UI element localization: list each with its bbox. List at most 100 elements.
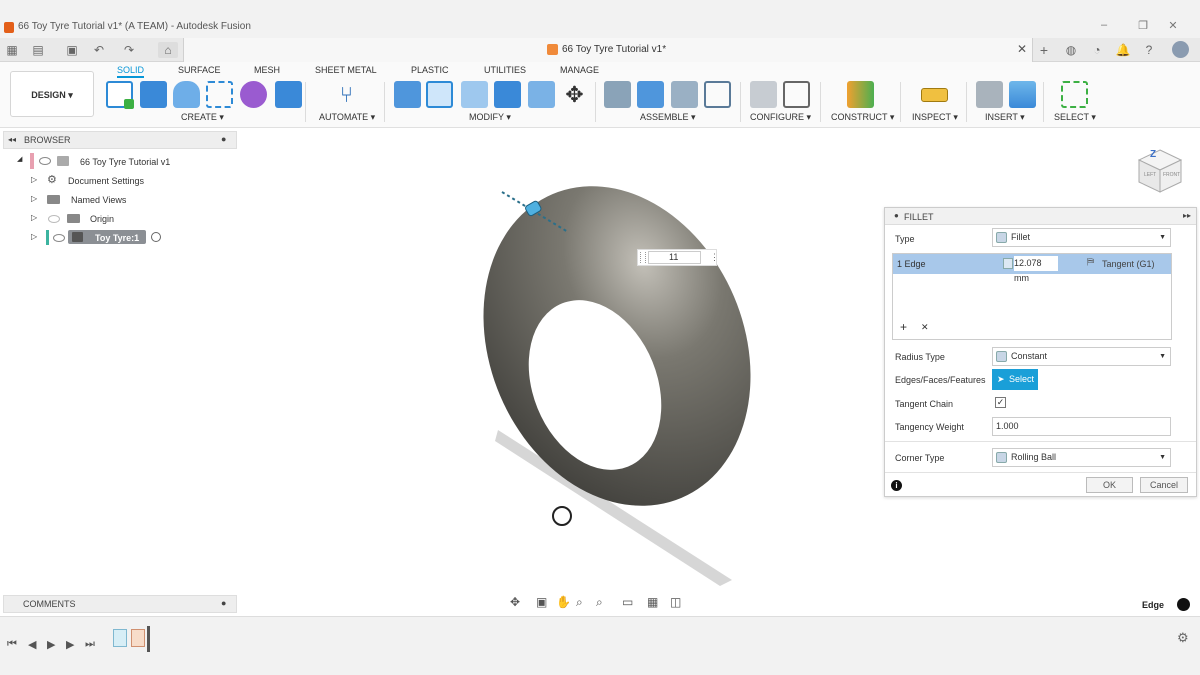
select-button[interactable]: ➤ Select bbox=[992, 369, 1038, 390]
timeline-sketch-icon[interactable] bbox=[113, 629, 127, 647]
zoom-icon[interactable]: ⌕ bbox=[576, 595, 583, 610]
insert-menu[interactable]: INSERT ▾ bbox=[985, 112, 1025, 123]
configure-icon[interactable] bbox=[750, 81, 777, 108]
modify-menu[interactable]: MODIFY ▾ bbox=[469, 112, 511, 123]
edge-row[interactable]: 1 Edge 12.078 mm ⛿ Tangent (G1) bbox=[893, 254, 1171, 283]
save-icon[interactable]: ▣ bbox=[64, 42, 80, 58]
joint-icon[interactable] bbox=[637, 81, 664, 108]
go-to-end-icon[interactable]: ⏭ bbox=[85, 638, 95, 651]
browser-item-document-settings[interactable]: ▷ ⚙ Document Settings bbox=[31, 172, 181, 190]
eye-icon[interactable] bbox=[39, 157, 51, 165]
configure-menu[interactable]: CONFIGURE ▾ bbox=[750, 112, 811, 123]
viewcube[interactable]: Z LEFT FRONT bbox=[1137, 148, 1183, 194]
cancel-button[interactable]: Cancel bbox=[1140, 477, 1188, 493]
new-component-icon[interactable] bbox=[604, 81, 631, 108]
redo-icon[interactable]: ↷ bbox=[121, 42, 137, 58]
app-grid-icon[interactable]: ▦ bbox=[4, 42, 20, 58]
form-icon[interactable] bbox=[240, 81, 267, 108]
assemble-menu[interactable]: ASSEMBLE ▾ bbox=[640, 112, 696, 123]
inspect-menu[interactable]: INSPECT ▾ bbox=[912, 112, 958, 123]
ok-button[interactable]: OK bbox=[1086, 477, 1133, 493]
tangency-weight-input[interactable]: 1.000 bbox=[992, 417, 1171, 436]
expand-arrow-icon[interactable]: ▷ bbox=[31, 175, 37, 184]
tab-surface[interactable]: SURFACE bbox=[178, 65, 221, 75]
comments-panel[interactable]: COMMENTS ● bbox=[3, 595, 237, 613]
construct-plane-icon[interactable] bbox=[847, 81, 874, 108]
create-menu[interactable]: CREATE ▾ bbox=[181, 112, 224, 123]
step-back-icon[interactable]: ◀ bbox=[28, 638, 36, 651]
type-dropdown[interactable]: Fillet ▼ bbox=[992, 228, 1171, 247]
activate-radio-icon[interactable] bbox=[151, 232, 161, 242]
selection-filter-icon[interactable] bbox=[1177, 598, 1190, 611]
fillet-header[interactable]: ● FILLET ▸▸ bbox=[885, 208, 1196, 225]
display-settings-icon[interactable]: ▭ bbox=[622, 595, 633, 609]
tab-manage[interactable]: MANAGE bbox=[560, 65, 599, 75]
maximize-button[interactable]: ❐ bbox=[1133, 19, 1153, 32]
expand-arrow-icon[interactable]: ◢ bbox=[17, 155, 22, 163]
sweep-icon[interactable] bbox=[206, 81, 233, 108]
tab-mesh[interactable]: MESH bbox=[254, 65, 280, 75]
shell-icon[interactable] bbox=[494, 81, 521, 108]
fit-icon[interactable]: ⌕ bbox=[596, 595, 603, 610]
close-window-button[interactable]: ✕ bbox=[1163, 19, 1183, 32]
pan-icon[interactable]: ✋ bbox=[556, 595, 571, 609]
info-icon[interactable]: i bbox=[891, 480, 902, 491]
timeline-revolve-icon[interactable] bbox=[131, 629, 145, 647]
undo-icon[interactable]: ↶ bbox=[91, 42, 107, 58]
new-tab-icon[interactable]: + bbox=[1036, 42, 1052, 58]
avatar[interactable] bbox=[1172, 41, 1189, 58]
radius-input-box[interactable]: 11 bbox=[637, 249, 717, 266]
browser-item-origin[interactable]: ▷ Origin bbox=[31, 210, 181, 228]
job-status-icon[interactable]: ◔ bbox=[1089, 42, 1105, 58]
notifications-icon[interactable]: 🔔 bbox=[1115, 42, 1131, 58]
automate-icon[interactable]: ⑂ bbox=[333, 81, 360, 108]
eye-hidden-icon[interactable] bbox=[48, 215, 60, 223]
edge-radius-input[interactable]: 12.078 mm bbox=[1014, 256, 1058, 283]
insert-image-icon[interactable] bbox=[1009, 81, 1036, 108]
extrude-icon[interactable] bbox=[140, 81, 167, 108]
tab-sheet-metal[interactable]: SHEET METAL bbox=[315, 65, 377, 75]
tab-solid[interactable]: SOLID bbox=[117, 65, 145, 78]
browser-item-named-views[interactable]: ▷ Named Views bbox=[31, 191, 181, 209]
more-options-icon[interactable]: ⋮ bbox=[710, 252, 719, 263]
expand-arrow-icon[interactable]: ▷ bbox=[31, 232, 37, 241]
document-tab[interactable]: 66 Toy Tyre Tutorial v1* ✕ bbox=[183, 38, 1033, 62]
pin-icon[interactable]: ● bbox=[221, 598, 226, 608]
select-tool-icon[interactable] bbox=[1061, 81, 1088, 108]
table-icon[interactable] bbox=[783, 81, 810, 108]
create-sketch-icon[interactable] bbox=[106, 81, 134, 109]
browser-item-toy-tyre[interactable]: ▷ Toy Tyre:1 bbox=[31, 229, 181, 247]
measure-icon[interactable] bbox=[921, 88, 948, 102]
orbit-icon[interactable]: ✥ bbox=[510, 595, 520, 609]
fillet-icon[interactable] bbox=[426, 81, 453, 108]
grid-icon[interactable]: ▦ bbox=[647, 595, 658, 609]
insert-derive-icon[interactable] bbox=[976, 81, 1003, 108]
chamfer-icon[interactable] bbox=[461, 81, 488, 108]
step-forward-icon[interactable]: ▶ bbox=[66, 638, 74, 651]
combine-icon[interactable] bbox=[528, 81, 555, 108]
joint-origin-icon[interactable] bbox=[704, 81, 731, 108]
close-tab-button[interactable]: ✕ bbox=[1017, 42, 1027, 56]
pin-icon[interactable]: ● bbox=[221, 134, 226, 144]
help-icon[interactable]: ? bbox=[1141, 42, 1157, 58]
radius-type-dropdown[interactable]: Constant ▼ bbox=[992, 347, 1171, 366]
minimize-button[interactable]: – bbox=[1094, 19, 1114, 31]
tangent-chain-checkbox[interactable]: ✓ bbox=[995, 397, 1006, 408]
viewports-icon[interactable]: ◫ bbox=[670, 595, 681, 609]
timeline-marker[interactable] bbox=[147, 626, 150, 652]
expand-arrow-icon[interactable]: ▷ bbox=[31, 194, 37, 203]
press-pull-icon[interactable] bbox=[394, 81, 421, 108]
edge-continuity[interactable]: Tangent (G1) bbox=[1102, 259, 1155, 269]
go-to-start-icon[interactable]: ⏮ bbox=[7, 638, 17, 651]
expand-icon[interactable]: ▸▸ bbox=[1183, 211, 1191, 220]
collapse-icon[interactable]: ◂◂ bbox=[8, 135, 16, 144]
move-icon[interactable]: ✥ bbox=[561, 81, 588, 108]
look-at-icon[interactable]: ▣ bbox=[536, 595, 547, 609]
extensions-icon[interactable]: ◍ bbox=[1063, 42, 1079, 58]
remove-icon[interactable]: ✕ bbox=[921, 322, 929, 333]
file-icon[interactable]: ▤ bbox=[30, 42, 46, 58]
select-menu[interactable]: SELECT ▾ bbox=[1054, 112, 1096, 123]
drag-handle-icon[interactable] bbox=[640, 252, 646, 263]
add-icon[interactable]: + bbox=[900, 320, 907, 334]
gear-icon[interactable]: ⚙ bbox=[1177, 630, 1189, 646]
